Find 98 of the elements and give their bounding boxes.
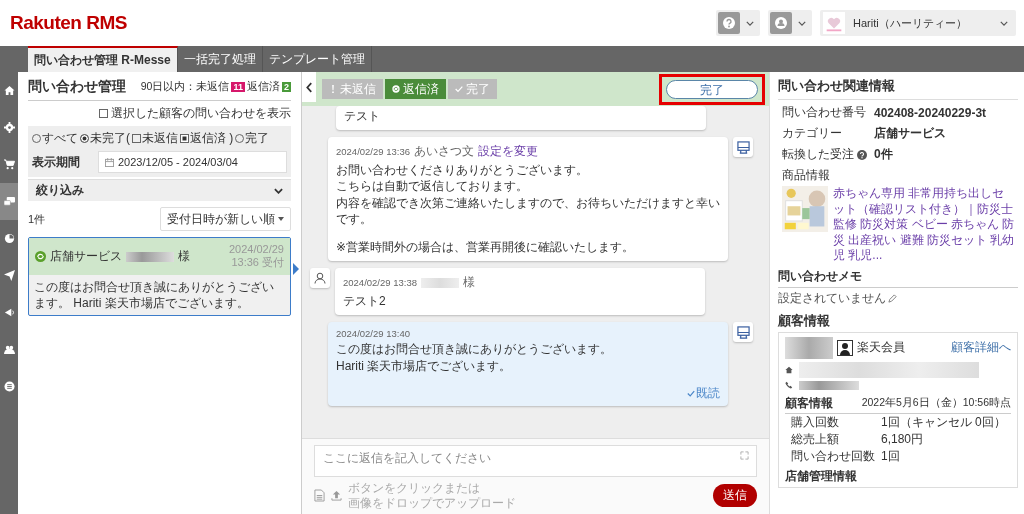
- period-label: 表示期間: [32, 153, 81, 171]
- info-label: 転換した受注: [782, 146, 854, 163]
- pencil-icon[interactable]: [888, 293, 897, 303]
- user-icon: [770, 12, 792, 34]
- message-text: お問い合わせくださりありがとうございます。 こちらは自動で返信しております。 内容を確認でき次第ご連絡いたしますので、お待ちいただけますと幸いです。: [336, 162, 720, 227]
- replied-count: 2: [282, 82, 291, 92]
- nav-tab[interactable]: 一括完了処理: [177, 46, 263, 72]
- memo-text: 設定されていません: [778, 289, 886, 307]
- chevron-icon: [305, 81, 313, 93]
- chevron-icon: [274, 187, 283, 194]
- upload-hint: ボタンをクリックまたは 画像をドロップでアップロード: [348, 481, 516, 510]
- info-label: 商品情報: [781, 167, 831, 184]
- section-title: 問い合わせメモ: [778, 267, 1018, 288]
- section-title: 問い合わせ関連情報: [778, 77, 1018, 100]
- status-button[interactable]: 返信済: [385, 79, 446, 99]
- shop-selector[interactable]: Hariti（ハーリティー）: [820, 10, 1016, 36]
- member-type: 楽天会員: [857, 339, 905, 357]
- help-icon: [718, 12, 740, 34]
- inquiry-category: 店舗サービス: [50, 248, 122, 265]
- info-label: 問い合わせ番号: [782, 104, 866, 121]
- blurred-name: [126, 251, 174, 262]
- send-button[interactable]: 送信: [713, 484, 757, 508]
- check-icon: [455, 85, 463, 93]
- honorific: 様: [462, 274, 475, 292]
- reply-field[interactable]: ここに返信を記入してください: [314, 445, 757, 478]
- collapse-panel-button[interactable]: [302, 72, 316, 102]
- stat-value: 1回: [881, 447, 900, 465]
- chat-nav-icon[interactable]: [0, 183, 18, 220]
- help-icon[interactable]: [857, 149, 867, 160]
- read-receipt: 既読: [687, 385, 720, 403]
- calendar-icon: [105, 157, 114, 167]
- blurred-name: [785, 336, 833, 359]
- message-time: 2024/02/29 13:36: [336, 146, 410, 158]
- show-selected-checkbox[interactable]: 選択した顧客の問い合わせを表示: [99, 105, 291, 122]
- range-label: 90日以内：未返信: [140, 80, 230, 94]
- inquiry-preview: この度はお問合せ頂き誠にありがとうございます。 Hariti 楽天市場店でございます。: [33, 279, 275, 313]
- check-icon: [687, 390, 695, 398]
- inquiry-date: 2024/02/29: [228, 243, 284, 255]
- blurred-name: [420, 277, 459, 288]
- section-title: 顧客情報: [778, 311, 831, 330]
- honorific: 様: [178, 248, 190, 265]
- home-icon: [785, 365, 793, 374]
- message-time: 2024/02/29 13:38: [343, 277, 417, 289]
- info-label: カテゴリー: [782, 125, 842, 142]
- customer-detail-link[interactable]: 顧客詳細へ: [951, 339, 1011, 357]
- panel-title: 問い合わせ管理: [28, 78, 126, 96]
- stat-label: 総売上額: [791, 430, 840, 448]
- product-link[interactable]: 赤ちゃん専用 非常用持ち出しセット（確認リスト付き）｜防災士監修 防災対策 ベビー 赤ちゃん 防災 出産祝い 避難 防災セット 乳幼児 乳児...: [833, 186, 1018, 264]
- stat-value: 6,180円: [881, 430, 924, 448]
- subsection-title: 店舗管理情報: [785, 467, 858, 485]
- nav-tab[interactable]: 問い合わせ管理 R-Messe: [28, 46, 178, 72]
- inquiry-card[interactable]: 店舗サービス 様 2024/02/29 13:36 受付 この度はお問合せ頂き誠にありがとうございます。 Hariti 楽天市場店でございます。: [28, 237, 291, 317]
- radio-option[interactable]: すべて: [32, 130, 78, 147]
- upload-icon[interactable]: [331, 490, 342, 502]
- result-count: 1件: [28, 211, 46, 227]
- phone-icon: [785, 381, 793, 390]
- sort-dropdown[interactable]: 受付日時が新しい順: [160, 207, 291, 231]
- pointer-icon: [293, 263, 299, 275]
- message-tag: あいさつ文: [413, 143, 474, 161]
- stat-value: 1回（キャンセル 0回）: [881, 413, 1006, 431]
- info-value: 402408-20240229-3t: [874, 105, 987, 120]
- radio-option[interactable]: 未完了(: [80, 130, 130, 147]
- blurred-phone: [799, 380, 859, 390]
- person-icon: [837, 339, 853, 356]
- caret-icon: [746, 20, 754, 26]
- refine-toggle[interactable]: 絞り込み: [28, 179, 291, 201]
- checkbox-option[interactable]: 返信済 ): [180, 130, 234, 147]
- message-text: テスト: [344, 108, 381, 125]
- exclamation-icon: [329, 85, 337, 93]
- store-icon: [733, 322, 753, 343]
- store-icon: [733, 137, 753, 158]
- checkbox-option[interactable]: 未返信: [132, 130, 178, 147]
- inquiry-time: 13:36 受付: [231, 255, 284, 270]
- refresh-icon: [392, 85, 400, 93]
- settings-link[interactable]: 設定を変更: [477, 143, 538, 161]
- replied-icon: [35, 251, 46, 262]
- info-value: 店舗サービス: [874, 125, 946, 142]
- logo[interactable]: Rakuten RMS: [10, 12, 127, 34]
- stat-label: 購入回数: [791, 413, 840, 431]
- message-time: 2024/02/29 13:40: [336, 328, 410, 340]
- heart-logo: [822, 12, 846, 34]
- stat-label: 問い合わせ回数: [791, 447, 876, 465]
- timestamp: 2022年5月6日（金）10:56時点: [861, 396, 1011, 411]
- message-text: テスト2: [343, 293, 387, 310]
- help-menu-button[interactable]: [716, 10, 760, 36]
- complete-button[interactable]: 完了: [666, 79, 758, 99]
- radio-option[interactable]: 完了: [235, 130, 270, 147]
- unreplied-count: 11: [231, 82, 245, 92]
- caret-icon: [1000, 20, 1008, 26]
- subsection-title: 顧客情報: [785, 394, 833, 412]
- date-range-field[interactable]: 2023/12/05 - 2024/03/04: [98, 151, 287, 173]
- caret-icon: [798, 20, 806, 26]
- message-text: この度はお問合せ頂き誠にありがとうございます。 Hariti 楽天市場店でございます。: [336, 341, 613, 374]
- account-menu-button[interactable]: [768, 10, 812, 36]
- message-text: ※営業時間外の場合は、営業再開後に確認いたします。: [336, 238, 636, 256]
- caret-icon: [278, 217, 284, 221]
- replied-label: 返信済: [247, 80, 280, 94]
- info-value: 0件: [874, 146, 893, 163]
